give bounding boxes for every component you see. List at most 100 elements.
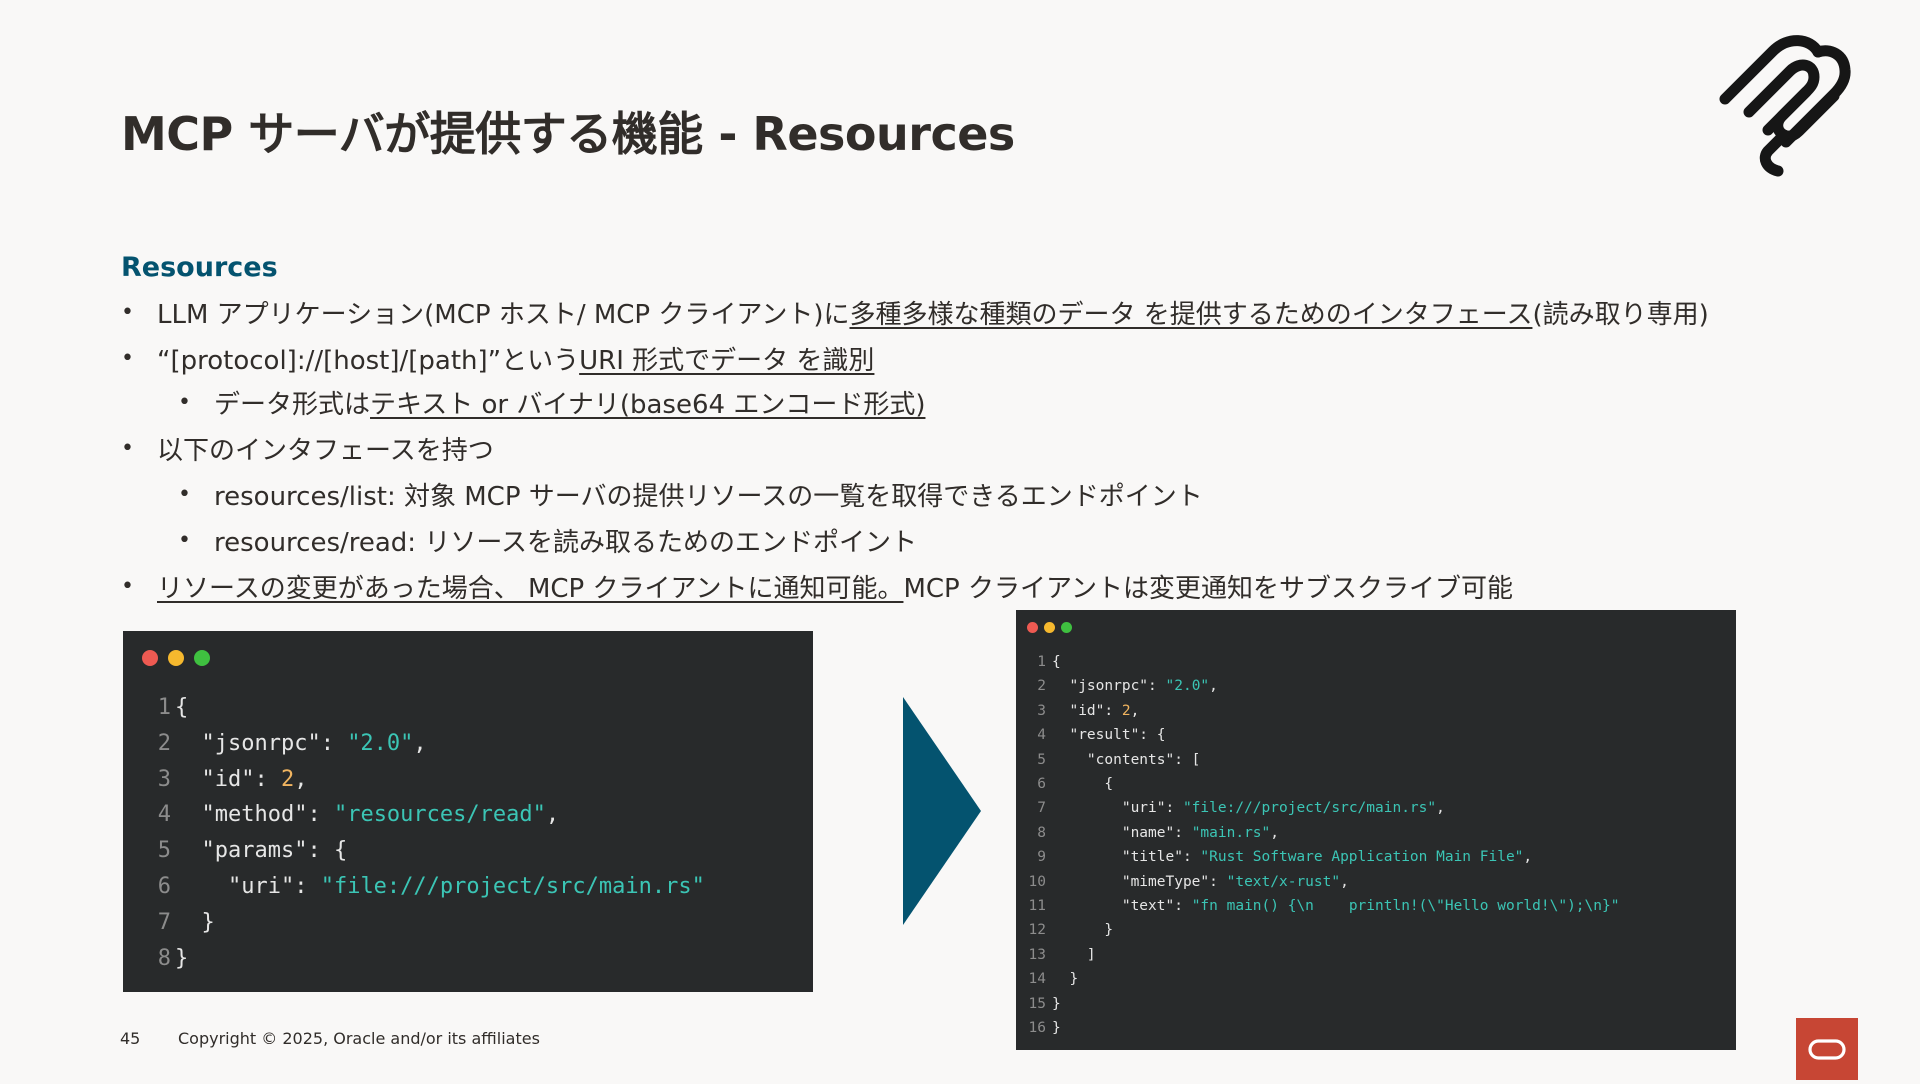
maximize-dot-icon: [1061, 622, 1072, 633]
bullet-text: MCP クライアントは変更通知をサブスクライブ可能: [903, 574, 1513, 604]
code-line: 1{: [1026, 654, 1061, 670]
sub-bullet-item: • データ形式は テキスト or バイナリ(base64 エンコード形式): [178, 384, 925, 421]
bullet-text-underlined: URI 形式でデータ を識別: [579, 346, 875, 376]
line-number: 12: [1028, 922, 1046, 939]
code-token: 2: [1121, 702, 1131, 719]
code-line: 15}: [1026, 996, 1061, 1012]
code-token: "result": {: [1052, 727, 1166, 744]
code-line: 7 "uri": "file:///project/src/main.rs",: [1026, 800, 1445, 816]
code-line: 4 "method": "resources/read",: [153, 802, 559, 827]
code-token: }: [1052, 971, 1079, 988]
bullet-marker: •: [121, 574, 134, 599]
bullet-marker: •: [121, 436, 134, 461]
code-token: "jsonrpc":: [1052, 678, 1166, 695]
minimize-dot-icon: [1044, 622, 1055, 633]
line-number: 7: [1037, 800, 1046, 817]
bullet-item: • リソースの変更があった場合、 MCP クライアントに通知可能。 MCP クライ…: [121, 568, 1513, 605]
line-number: 6: [157, 874, 171, 899]
sub-bullet-item: • resources/list: 対象 MCP サーバの提供リソースの一覧を取得…: [178, 476, 1203, 513]
code-token: ,: [1270, 824, 1279, 841]
code-token: "contents": [: [1052, 751, 1201, 768]
code-token: {: [1052, 654, 1061, 670]
bullet-text: データ形式は: [214, 390, 371, 420]
minimize-dot-icon: [168, 650, 184, 666]
bullet-marker: •: [178, 390, 191, 415]
line-number: 3: [157, 766, 171, 792]
code-token: {: [1052, 776, 1114, 792]
bullet-text: 以下のインタフェースを持つ: [157, 436, 494, 466]
line-number: 2: [1037, 678, 1046, 695]
code-line: 13 ]: [1026, 947, 1096, 963]
code-token: "id":: [1052, 702, 1122, 719]
oracle-logo-icon: [1808, 1039, 1846, 1060]
code-token: "main.rs": [1191, 824, 1271, 841]
code-line: 10 "mimeType": "text/x-rust",: [1026, 874, 1349, 890]
code-line: 6 "uri": "file:///project/src/main.rs": [153, 874, 705, 899]
code-token: "text":: [1052, 898, 1192, 914]
oracle-logo-badge: [1796, 1018, 1858, 1080]
bullet-text: (読み取り専用): [1532, 300, 1709, 330]
code-line: 7 }: [153, 910, 215, 935]
code-line: 8 "name": "main.rs",: [1026, 825, 1279, 841]
line-number: 5: [157, 838, 171, 864]
code-token: "fn main() {\n println!(\"Hello world!\"…: [1191, 898, 1620, 914]
line-number: 8: [1037, 824, 1046, 841]
code-line: 5 "params": {: [153, 838, 347, 863]
code-line: 12 }: [1026, 922, 1114, 939]
code-token: "text/x-rust": [1226, 873, 1341, 890]
code-token: ,: [545, 802, 560, 828]
line-number: 1: [157, 695, 171, 720]
code-token: "resources/read": [333, 802, 546, 828]
bullet-text: resources/read: リソースを読み取るためのエンドポイント: [214, 528, 918, 558]
bullet-item: • 以下のインタフェースを持つ: [121, 430, 494, 467]
line-number: 14: [1028, 971, 1046, 988]
code-token: "file:///project/src/main.rs": [320, 874, 705, 899]
bullet-marker: •: [121, 300, 134, 325]
slide-title: MCP サーバが提供する機能 - Resources: [121, 107, 1015, 161]
line-number: 11: [1028, 898, 1046, 914]
section-heading: Resources: [121, 252, 278, 283]
bullet-item: • “[protocol]://[host]/[path]”という URI 形式で…: [121, 340, 874, 377]
code-token: ,: [294, 766, 308, 792]
right-arrow-icon: [903, 697, 981, 925]
request-code-block: 1{2 "jsonrpc": "2.0", 3 "id": 2, 4 "method…: [123, 631, 813, 992]
code-line: 4 "result": {: [1026, 727, 1166, 744]
code-token: "id":: [175, 766, 281, 792]
window-controls: [1027, 622, 1072, 633]
code-token: }: [175, 909, 215, 935]
line-number: 1: [1037, 654, 1046, 670]
code-token: 2: [280, 766, 295, 792]
bullet-text: LLM アプリケーション(MCP ホスト/ MCP クライアント)に: [157, 300, 850, 330]
mcp-logo-icon: [1719, 35, 1851, 177]
response-code-block: 1{2 "jsonrpc": "2.0", 3 "id": 2, 4 "result…: [1016, 610, 1736, 1050]
bullet-text-underlined: リソースの変更があった場合、 MCP クライアントに通知可能。: [157, 574, 904, 604]
code-token: }: [1052, 995, 1061, 1012]
line-number: 6: [1037, 776, 1046, 792]
code-token: "uri":: [1052, 800, 1183, 817]
code-token: {: [175, 695, 189, 720]
code-token: "jsonrpc":: [175, 730, 348, 756]
bullet-text-underlined: 多種多様な種類のデータ を提供するためのインタフェース: [849, 300, 1533, 330]
code-token: "2.0": [1165, 678, 1210, 695]
line-number: 8: [157, 945, 171, 971]
line-number: 7: [157, 909, 171, 935]
line-number: 10: [1028, 873, 1046, 890]
code-token: ,: [413, 730, 427, 756]
line-number: 15: [1028, 995, 1046, 1012]
code-line: 6 {: [1026, 776, 1113, 792]
code-line: 2 "jsonrpc": "2.0",: [153, 731, 427, 756]
code-token: "mimeType":: [1052, 873, 1227, 890]
code-line: 8}: [153, 945, 189, 971]
bullet-marker: •: [121, 346, 134, 371]
code-token: "method":: [175, 802, 334, 828]
code-token: "2.0": [347, 730, 414, 756]
code-line: 3 "id": 2,: [153, 766, 308, 792]
code-line: 16}: [1026, 1020, 1061, 1036]
line-number: 2: [157, 730, 171, 756]
code-token: }: [1052, 1020, 1061, 1036]
line-number: 9: [1037, 849, 1046, 866]
close-dot-icon: [1027, 622, 1038, 633]
copyright-notice: Copyright © 2025, Oracle and/or its affi…: [178, 1029, 540, 1048]
bullet-text: “[protocol]://[host]/[path]”という: [157, 346, 580, 376]
close-dot-icon: [142, 650, 158, 666]
